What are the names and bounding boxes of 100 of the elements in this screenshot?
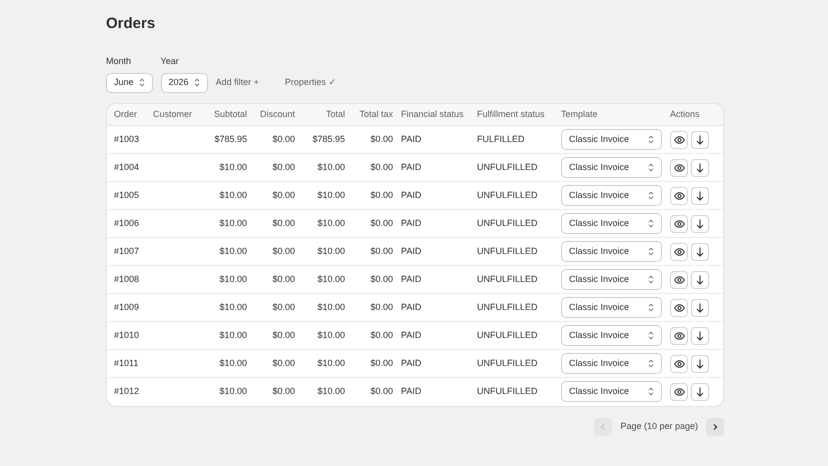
table-cell: $0.00 bbox=[370, 190, 393, 200]
download-button[interactable] bbox=[691, 158, 709, 176]
table-cell: $785.95 bbox=[214, 134, 247, 144]
table-cell: $10.00 bbox=[317, 302, 345, 312]
table-cell: $10.00 bbox=[219, 218, 247, 228]
table-cell: $10.00 bbox=[317, 218, 345, 228]
table-cell: $0.00 bbox=[370, 246, 393, 256]
table-cell: $0.00 bbox=[370, 218, 393, 228]
template-select[interactable]: Classic Invoice bbox=[561, 269, 662, 290]
table-cell: #1010 bbox=[114, 330, 140, 340]
table-cell: UNFULFILLED bbox=[477, 274, 538, 284]
template-select[interactable]: Classic Invoice bbox=[561, 353, 662, 374]
filter-label: Year bbox=[160, 55, 180, 68]
table-cell: PAID bbox=[401, 386, 422, 396]
download-button[interactable] bbox=[691, 298, 709, 316]
table-cell: UNFULFILLED bbox=[477, 218, 538, 228]
preview-button[interactable] bbox=[670, 242, 688, 260]
filter-select[interactable]: 2026 bbox=[160, 72, 208, 92]
download-button[interactable] bbox=[691, 270, 709, 288]
preview-button[interactable] bbox=[670, 382, 688, 401]
page-title: Orders bbox=[106, 15, 156, 33]
preview-button[interactable] bbox=[670, 298, 688, 316]
template-select[interactable]: Classic Invoice bbox=[561, 241, 662, 262]
table-cell: PAID bbox=[401, 190, 422, 200]
table-cell: PAID bbox=[401, 134, 422, 144]
preview-button[interactable] bbox=[670, 326, 688, 344]
up-down-chevron-icon bbox=[194, 78, 200, 87]
template-select[interactable]: Classic Invoice bbox=[561, 213, 662, 234]
eye-icon bbox=[674, 248, 684, 256]
preview-button[interactable] bbox=[670, 214, 688, 232]
table-cell: FULFILLED bbox=[477, 134, 525, 144]
up-down-chevron-icon bbox=[648, 219, 654, 228]
template-select[interactable]: Classic Invoice bbox=[561, 297, 662, 318]
table-cell: $10.00 bbox=[317, 274, 345, 284]
template-select[interactable]: Classic Invoice bbox=[561, 325, 662, 346]
eye-icon bbox=[674, 332, 684, 340]
template-select[interactable]: Classic Invoice bbox=[561, 185, 662, 206]
download-button[interactable] bbox=[691, 130, 709, 148]
column-header: Discount bbox=[260, 108, 295, 118]
table-cell: #1011 bbox=[114, 358, 138, 368]
download-button[interactable] bbox=[691, 382, 709, 401]
table-cell: $0.00 bbox=[272, 218, 295, 228]
table-cell: $10.00 bbox=[219, 246, 247, 256]
table-cell: $10.00 bbox=[219, 386, 247, 396]
up-down-chevron-icon bbox=[648, 135, 654, 144]
table-cell: $10.00 bbox=[317, 358, 345, 368]
table-cell: UNFULFILLED bbox=[477, 190, 538, 200]
next-page-button[interactable] bbox=[706, 418, 724, 436]
table-cell: $0.00 bbox=[272, 274, 295, 284]
download-button[interactable] bbox=[691, 354, 709, 372]
column-header: Order bbox=[114, 108, 138, 118]
add-filter-link[interactable]: Add filter + bbox=[216, 72, 259, 92]
table-cell: PAID bbox=[401, 330, 422, 340]
filter-select[interactable]: June bbox=[106, 72, 153, 92]
table-cell: $0.00 bbox=[370, 386, 393, 396]
down-arrow-icon bbox=[696, 358, 704, 368]
table-cell: $0.00 bbox=[272, 162, 295, 172]
chevron-left-icon bbox=[599, 422, 608, 430]
down-arrow-icon bbox=[696, 274, 704, 284]
table-cell: PAID bbox=[401, 162, 422, 172]
down-arrow-icon bbox=[696, 190, 704, 200]
table-cell: PAID bbox=[401, 358, 422, 368]
table-cell: PAID bbox=[401, 302, 422, 312]
column-header: Total tax bbox=[359, 108, 393, 118]
download-button[interactable] bbox=[691, 186, 709, 204]
down-arrow-icon bbox=[696, 218, 704, 228]
eye-icon bbox=[674, 192, 684, 200]
eye-icon bbox=[674, 220, 684, 228]
template-select[interactable]: Classic Invoice bbox=[561, 157, 662, 178]
table-cell: UNFULFILLED bbox=[477, 246, 538, 256]
preview-button[interactable] bbox=[670, 130, 688, 148]
down-arrow-icon bbox=[696, 330, 704, 340]
preview-button[interactable] bbox=[670, 186, 688, 204]
table-cell: $0.00 bbox=[370, 162, 393, 172]
properties-link[interactable]: Properties ✓ bbox=[284, 72, 336, 92]
down-arrow-icon bbox=[696, 302, 704, 312]
table-cell: $785.95 bbox=[312, 134, 345, 144]
preview-button[interactable] bbox=[670, 270, 688, 288]
preview-button[interactable] bbox=[670, 158, 688, 176]
table-cell: UNFULFILLED bbox=[477, 302, 538, 312]
column-header: Fulfillment status bbox=[477, 108, 545, 118]
up-down-chevron-icon bbox=[648, 191, 654, 200]
download-button[interactable] bbox=[691, 242, 709, 260]
download-button[interactable] bbox=[691, 326, 709, 344]
table-cell: #1003 bbox=[114, 134, 140, 144]
eye-icon bbox=[674, 164, 684, 172]
table-cell: #1004 bbox=[114, 162, 140, 172]
preview-button[interactable] bbox=[670, 354, 688, 372]
up-down-chevron-icon bbox=[648, 331, 654, 340]
column-header: Actions bbox=[670, 108, 700, 118]
template-select[interactable]: Classic Invoice bbox=[561, 129, 662, 150]
table-cell: $10.00 bbox=[219, 330, 247, 340]
eye-icon bbox=[674, 136, 684, 144]
table-cell: $0.00 bbox=[272, 190, 295, 200]
table-cell: PAID bbox=[401, 246, 422, 256]
table-cell: #1006 bbox=[114, 218, 140, 228]
download-button[interactable] bbox=[691, 214, 709, 232]
eye-icon bbox=[674, 388, 684, 396]
template-select[interactable]: Classic Invoice bbox=[561, 381, 662, 402]
eye-icon bbox=[674, 304, 684, 312]
